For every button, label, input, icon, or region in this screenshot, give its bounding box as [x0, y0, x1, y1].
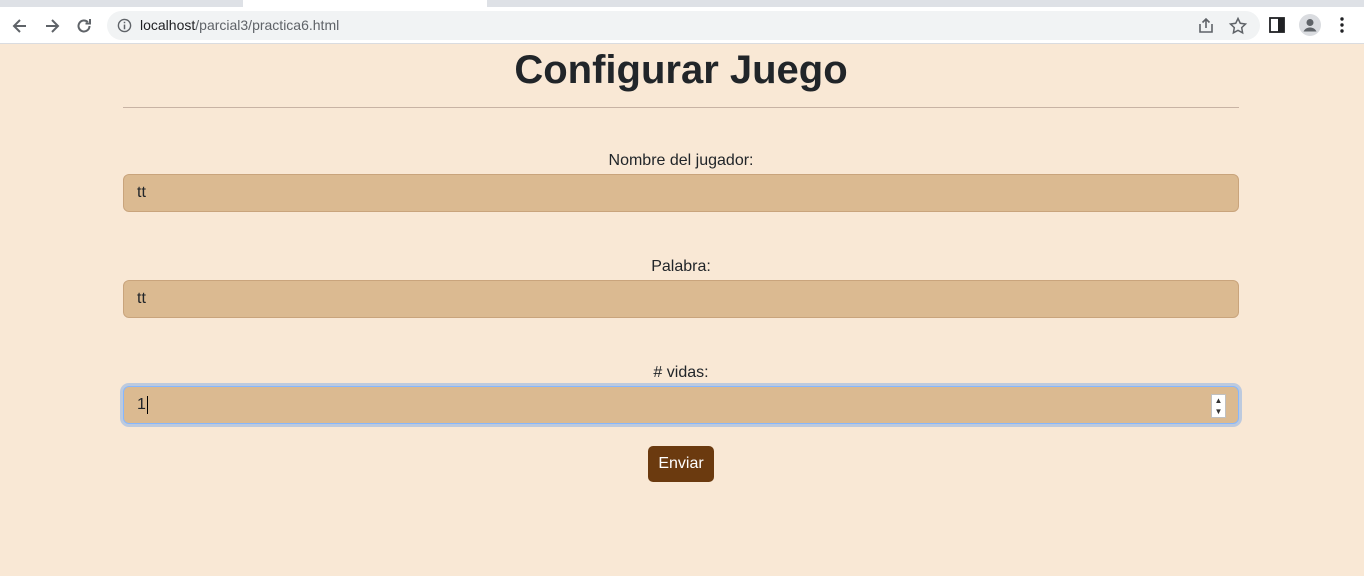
- player-name-input[interactable]: tt: [123, 174, 1239, 212]
- word-field: Palabra: tt: [123, 257, 1239, 318]
- profile-avatar-icon[interactable]: [1299, 14, 1321, 36]
- number-spinner[interactable]: ▲ ▼: [1211, 394, 1226, 418]
- url-text: localhost/parcial3/practica6.html: [140, 17, 340, 33]
- arrow-left-icon: [12, 19, 26, 33]
- submit-row: Enviar: [123, 446, 1239, 482]
- page-title: Configurar Juego: [514, 48, 848, 92]
- arrow-right-icon: [46, 19, 60, 33]
- divider: [123, 107, 1239, 108]
- browser-toolbar: localhost/parcial3/practica6.html: [0, 7, 1364, 44]
- word-label: Palabra:: [651, 258, 711, 275]
- star-icon[interactable]: [1228, 16, 1248, 36]
- spin-down-icon[interactable]: ▼: [1212, 406, 1225, 417]
- forward-button[interactable]: [39, 13, 65, 39]
- tab-strip: [0, 0, 1364, 7]
- active-tab[interactable]: [243, 0, 487, 7]
- address-bar[interactable]: localhost/parcial3/practica6.html: [107, 11, 1260, 40]
- spin-up-icon[interactable]: ▲: [1212, 395, 1225, 406]
- lives-input[interactable]: 1 ▲ ▼: [123, 386, 1239, 424]
- side-panel-icon[interactable]: [1267, 15, 1287, 35]
- main-container: Configurar Juego Nombre del jugador: tt …: [123, 44, 1239, 482]
- reload-button[interactable]: [71, 13, 97, 39]
- text-caret: [146, 395, 148, 414]
- back-button[interactable]: [7, 13, 33, 39]
- reload-icon: [77, 19, 91, 33]
- lives-value: 1: [137, 396, 146, 413]
- word-input[interactable]: tt: [123, 280, 1239, 318]
- kebab-menu-icon[interactable]: [1332, 15, 1352, 35]
- lives-field: # vidas: 1 ▲ ▼: [123, 363, 1239, 424]
- share-icon[interactable]: [1196, 16, 1216, 36]
- player-name-label: Nombre del jugador:: [608, 152, 754, 169]
- player-name-field: Nombre del jugador: tt: [123, 151, 1239, 212]
- info-icon[interactable]: [117, 18, 132, 33]
- lives-label: # vidas:: [653, 364, 709, 381]
- submit-button[interactable]: Enviar: [648, 446, 714, 482]
- game-config-form: Nombre del jugador: tt Palabra: tt # vid…: [123, 151, 1239, 482]
